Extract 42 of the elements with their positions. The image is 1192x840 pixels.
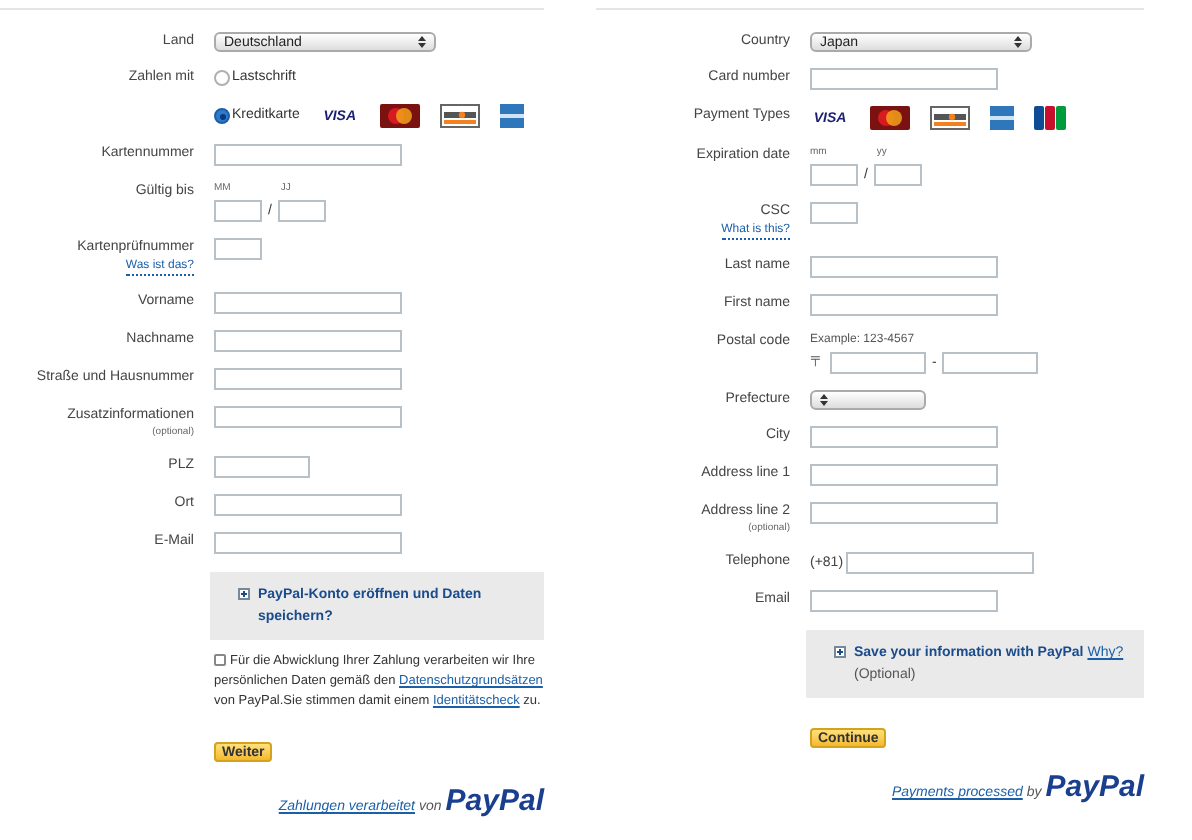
- input-field[interactable]: [214, 238, 262, 260]
- input-field[interactable]: [810, 68, 998, 90]
- input-field[interactable]: [810, 256, 998, 278]
- brand-logo: PayPal: [1045, 772, 1144, 802]
- input-field[interactable]: [810, 464, 998, 486]
- card-logo-icon: [930, 106, 970, 130]
- input-field[interactable]: [810, 502, 998, 524]
- radio-button[interactable]: [214, 108, 230, 124]
- input-field[interactable]: [214, 368, 402, 390]
- prefecture-select[interactable]: [810, 390, 926, 410]
- card-logo-icon: [870, 106, 910, 130]
- postal-field[interactable]: [830, 352, 926, 374]
- plus-box-icon[interactable]: [834, 646, 846, 658]
- plus-box-icon[interactable]: [238, 588, 250, 600]
- updown-arrow-icon: [418, 36, 426, 48]
- year-field[interactable]: [873, 164, 922, 186]
- phone-field[interactable]: [845, 552, 1034, 574]
- card-logo-icon: [439, 104, 480, 128]
- input-field[interactable]: [214, 292, 402, 314]
- month-field[interactable]: [810, 164, 858, 186]
- input-field[interactable]: [214, 494, 402, 516]
- input-field[interactable]: [810, 426, 998, 448]
- brand-logo: PayPal: [445, 786, 544, 816]
- consent-checkbox[interactable]: [214, 654, 226, 667]
- card-logo-icon: [990, 106, 1014, 130]
- year-field[interactable]: [277, 200, 326, 222]
- updown-arrow-icon: [1014, 36, 1022, 48]
- card-logo-icon: [379, 104, 420, 128]
- input-field[interactable]: [214, 144, 402, 166]
- input-field[interactable]: [214, 532, 402, 554]
- input-field[interactable]: [810, 590, 998, 612]
- input-field[interactable]: [214, 456, 310, 478]
- radio-button[interactable]: [214, 70, 230, 86]
- input-field[interactable]: [214, 406, 402, 428]
- input-field[interactable]: [810, 294, 998, 316]
- month-field[interactable]: [214, 200, 262, 222]
- input-field[interactable]: [810, 202, 858, 224]
- card-logo-icon: [499, 104, 524, 128]
- postal-field[interactable]: [942, 352, 1039, 374]
- input-field[interactable]: [214, 330, 402, 352]
- card-logo-icon: [1034, 106, 1066, 130]
- updown-arrow-icon: [820, 394, 828, 406]
